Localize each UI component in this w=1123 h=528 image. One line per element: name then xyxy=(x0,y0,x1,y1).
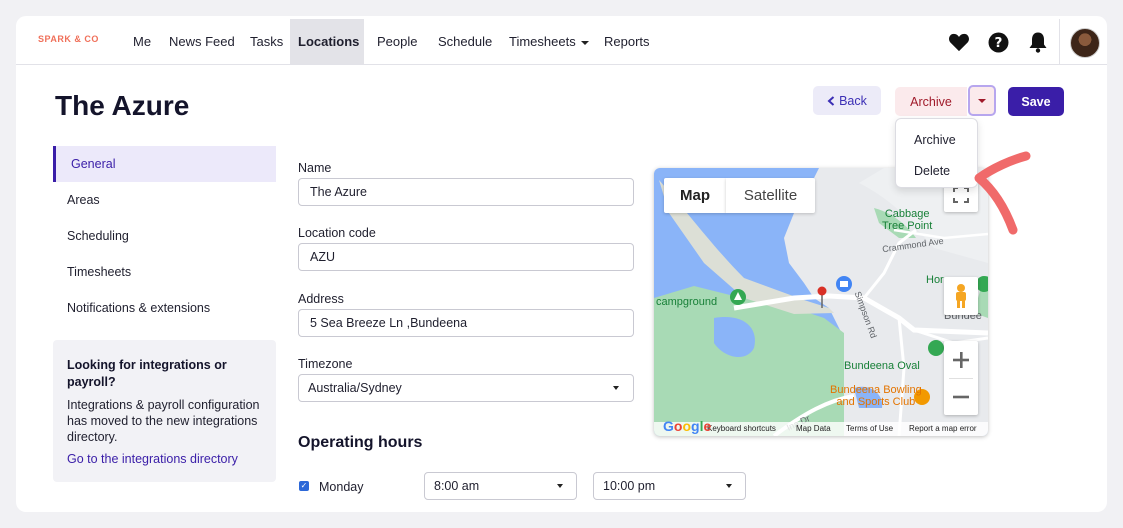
google-logo: Google xyxy=(663,418,712,434)
monday-start-value: 8:00 am xyxy=(434,479,480,493)
street-view-pegman-icon[interactable] xyxy=(944,277,978,315)
monday-checkbox[interactable]: ✓ xyxy=(299,481,309,491)
nav-item-timesheets[interactable]: Timesheets xyxy=(501,19,597,64)
operating-hours-title: Operating hours xyxy=(298,434,423,451)
sidenav-item-general[interactable]: General xyxy=(53,146,276,182)
sidenav-item-areas[interactable]: Areas xyxy=(53,182,276,218)
back-button-label: Back xyxy=(839,93,867,108)
nav-divider xyxy=(1059,19,1060,64)
day-label-monday: Monday xyxy=(319,480,364,494)
terms-of-use-link[interactable]: Terms of Use xyxy=(846,424,893,433)
chevron-down-icon xyxy=(613,386,619,390)
chevron-down-icon xyxy=(580,40,589,45)
nav-item-tasks[interactable]: Tasks xyxy=(242,19,291,64)
map-type-map[interactable]: Map xyxy=(664,178,726,213)
page-title: The Azure xyxy=(55,90,190,121)
avatar[interactable] xyxy=(1070,28,1100,58)
location-code-field[interactable]: AZU xyxy=(298,243,634,271)
sidenav-item-notifications[interactable]: Notifications & extensions xyxy=(53,290,276,326)
nav-item-people[interactable]: People xyxy=(369,19,425,64)
nav-item-reports[interactable]: Reports xyxy=(596,19,658,64)
help-icon[interactable]: ? xyxy=(986,30,1010,54)
map-label-hor: Hor xyxy=(926,274,944,286)
monday-start-select[interactable]: 8:00 am xyxy=(424,472,577,500)
address-field[interactable]: 5 Sea Breeze Ln ,Bundeena xyxy=(298,309,634,337)
map-label-cabbage-tree-point: Cabbage Tree Point xyxy=(882,208,933,232)
info-box-title: Looking for integrations or payroll? xyxy=(67,358,227,389)
name-label: Name xyxy=(298,161,332,175)
address-label: Address xyxy=(298,292,344,306)
bell-icon[interactable] xyxy=(1026,30,1050,54)
zoom-in-icon[interactable] xyxy=(944,342,978,378)
sidenav-item-timesheets[interactable]: Timesheets xyxy=(53,254,276,290)
name-field[interactable]: The Azure xyxy=(298,178,634,206)
location-map[interactable]: campground Cabbage Tree Point Crammond A… xyxy=(654,168,988,436)
nav-item-me[interactable]: Me xyxy=(125,19,159,64)
app-window: SPARK & CO Me News Feed Tasks Locations … xyxy=(16,16,1107,512)
location-code-label: Location code xyxy=(298,226,376,240)
archive-dropdown-menu: Archive Delete xyxy=(895,118,978,188)
nav-item-timesheets-label: Timesheets xyxy=(509,34,576,49)
timezone-select[interactable]: Australia/Sydney xyxy=(298,374,634,402)
monday-end-value: 10:00 pm xyxy=(603,479,656,493)
save-button[interactable]: Save xyxy=(1008,87,1064,116)
heart-icon[interactable] xyxy=(947,30,971,54)
nav-item-news-feed[interactable]: News Feed xyxy=(161,19,243,64)
archive-menu-toggle[interactable] xyxy=(968,85,996,116)
zoom-controls xyxy=(944,341,978,415)
info-box-body: Integrations & payroll configuration has… xyxy=(67,398,260,444)
nav-item-locations[interactable]: Locations xyxy=(290,19,364,64)
map-label-campground: campground xyxy=(656,296,718,308)
timezone-value: Australia/Sydney xyxy=(308,381,402,395)
menu-item-archive[interactable]: Archive xyxy=(914,133,956,147)
annotation-arrow xyxy=(974,151,1031,235)
brand-logo[interactable]: SPARK & CO xyxy=(38,34,99,44)
monday-end-select[interactable]: 10:00 pm xyxy=(593,472,746,500)
map-data-link[interactable]: Map Data xyxy=(796,424,831,433)
zoom-out-icon[interactable] xyxy=(944,379,978,415)
keyboard-shortcuts-link[interactable]: Keyboard shortcuts xyxy=(707,424,776,433)
report-map-error-link[interactable]: Report a map error xyxy=(909,424,977,433)
sidenav-item-scheduling[interactable]: Scheduling xyxy=(53,218,276,254)
svg-text:?: ? xyxy=(994,35,1002,51)
timezone-label: Timezone xyxy=(298,357,353,371)
map-type-satellite[interactable]: Satellite xyxy=(726,178,815,213)
menu-item-delete[interactable]: Delete xyxy=(914,164,950,178)
integrations-directory-link[interactable]: Go to the integrations directory xyxy=(67,451,262,467)
chevron-down-icon xyxy=(726,484,732,488)
archive-button[interactable]: Archive xyxy=(895,87,967,116)
back-button[interactable]: Back xyxy=(813,86,881,115)
map-label-bowling-club: Bundeena Bowling and Sports Club xyxy=(830,384,922,408)
chevron-down-icon xyxy=(557,484,563,488)
chevron-left-icon xyxy=(827,95,835,106)
chevron-down-icon xyxy=(978,98,986,103)
nav-item-schedule[interactable]: Schedule xyxy=(430,19,500,64)
integrations-info-box: Looking for integrations or payroll? Int… xyxy=(53,340,276,482)
top-nav: SPARK & CO Me News Feed Tasks Locations … xyxy=(16,19,1107,65)
map-label-bundeena-oval: Bundeena Oval xyxy=(844,360,920,372)
